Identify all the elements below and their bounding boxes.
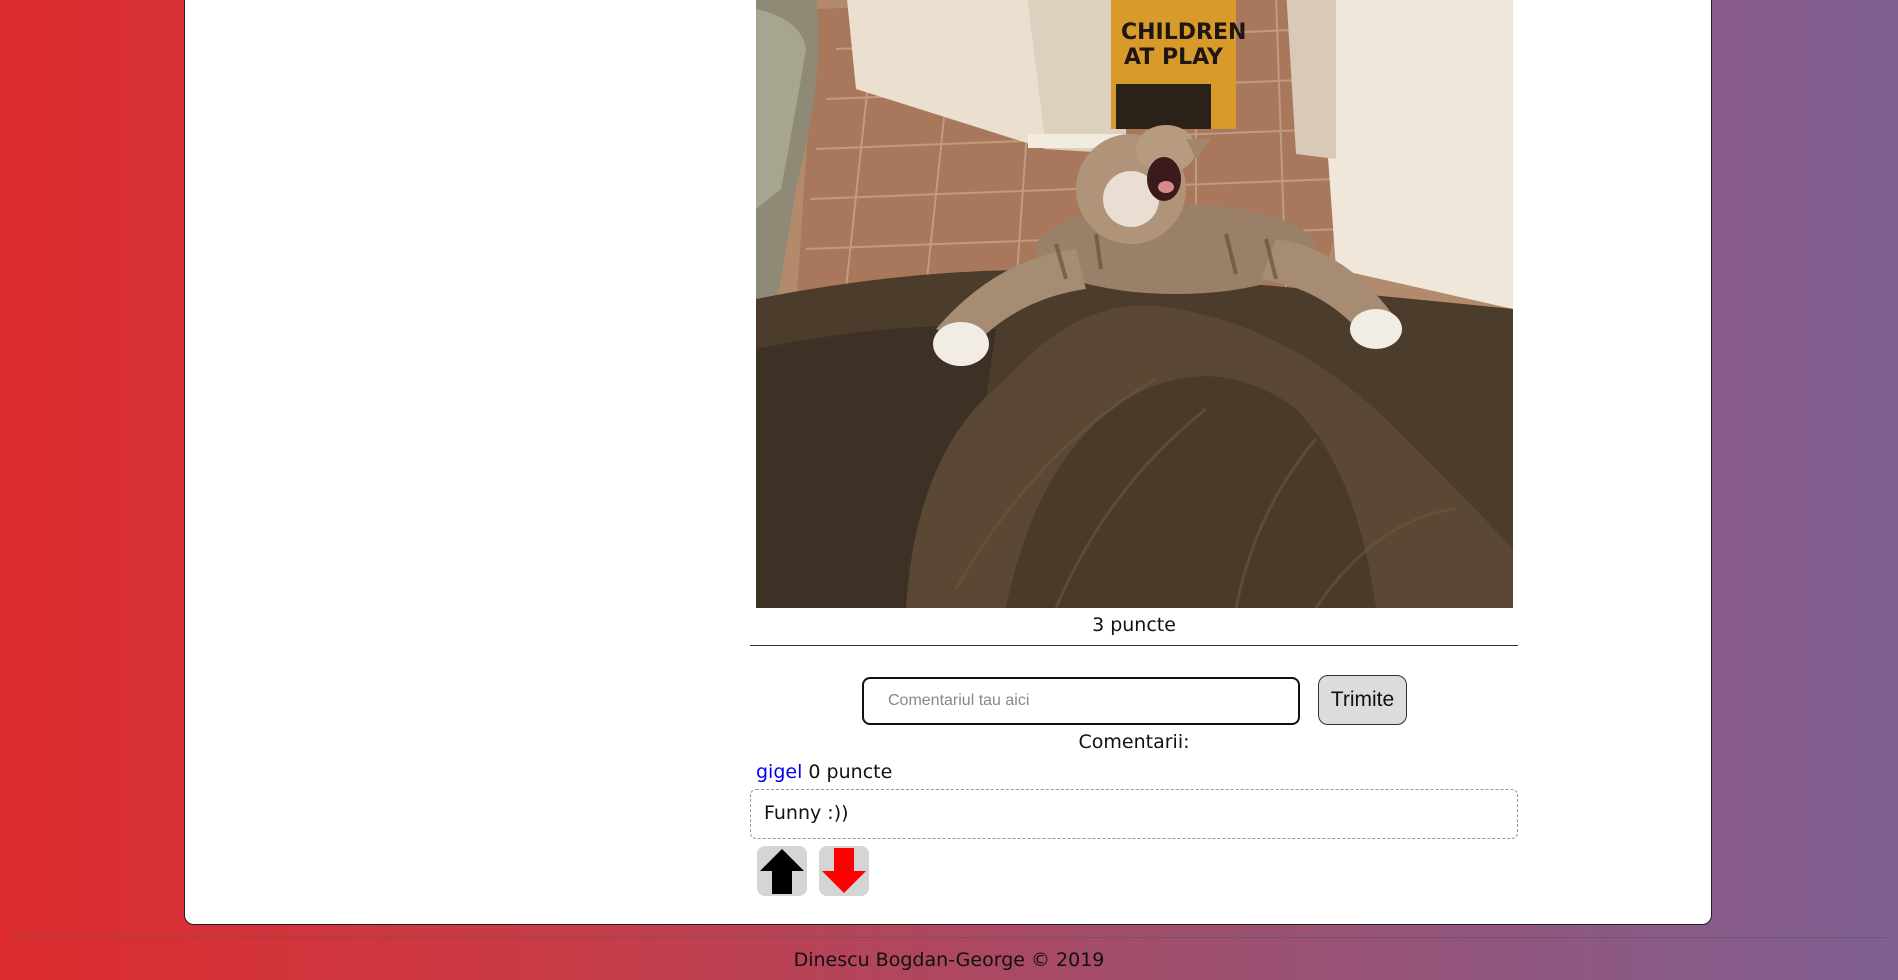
post-image: CHILDREN AT PLAY: [756, 0, 1513, 608]
comment-input[interactable]: [862, 677, 1300, 725]
arrow-down-icon: [822, 848, 866, 893]
comments-heading: Comentarii:: [1078, 731, 1190, 753]
svg-text:CHILDREN: CHILDREN: [1121, 20, 1246, 45]
footer-divider: [10, 937, 1888, 938]
upvote-button[interactable]: [757, 846, 807, 896]
comment-meta: gigel 0 puncte: [756, 761, 892, 783]
downvote-button[interactable]: [819, 846, 869, 896]
footer-copyright: Dinescu Bogdan-George © 2019: [793, 949, 1105, 971]
comment-text: Funny :)): [750, 789, 1518, 839]
submit-comment-button[interactable]: Trimite: [1318, 675, 1407, 725]
divider: [750, 645, 1518, 646]
post-points: 3 puncte: [1092, 614, 1176, 636]
svg-text:AT PLAY: AT PLAY: [1124, 45, 1224, 70]
comment-points: 0 puncte: [808, 761, 893, 783]
comment-author-link[interactable]: gigel: [756, 761, 802, 783]
arrow-up-icon: [760, 849, 804, 894]
post-card: CHILDREN AT PLAY 3 puncte Comentariul ta…: [184, 0, 1712, 925]
